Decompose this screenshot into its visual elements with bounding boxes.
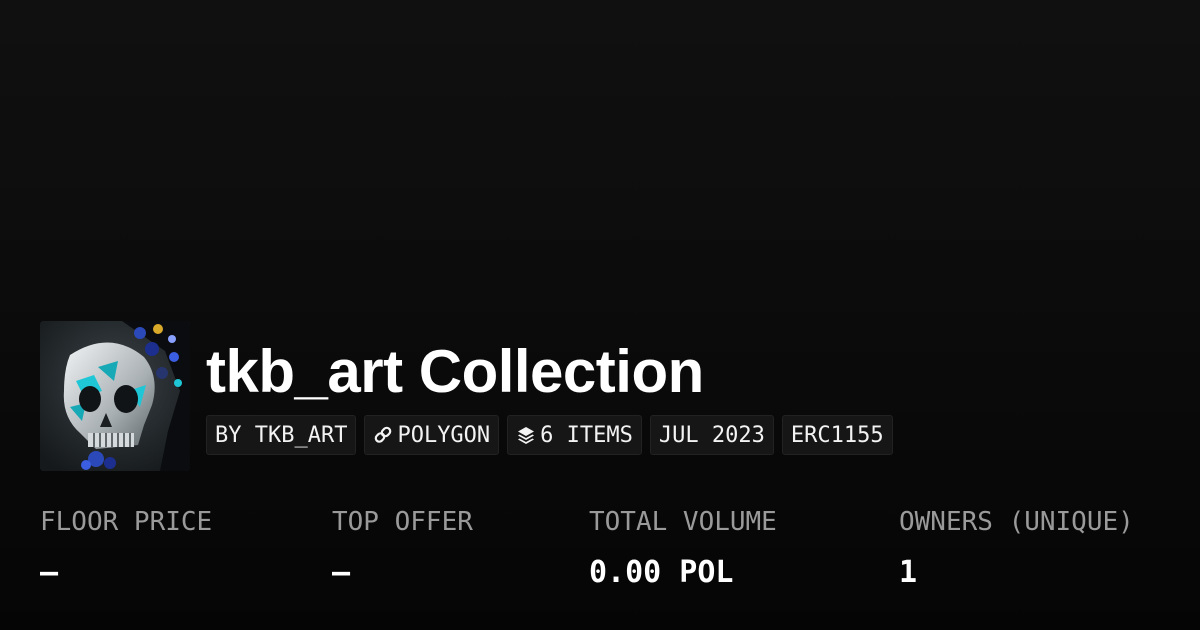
date-chip: JUL 2023 <box>649 415 774 455</box>
chain-chip-label: POLYGON <box>397 422 491 448</box>
top-offer-stat: TOP OFFER – <box>332 505 473 593</box>
date-chip-label: JUL 2023 <box>658 422 765 448</box>
creator-chip[interactable]: BY TKB_ART <box>206 415 357 455</box>
creator-chip-label: BY TKB_ART <box>215 422 348 448</box>
owners-stat: OWNERS (UNIQUE) 1 <box>899 505 1134 593</box>
floor-price-stat: FLOOR PRICE – <box>40 505 212 593</box>
total-volume-stat: TOTAL VOLUME 0.00 POL <box>589 505 777 593</box>
layers-icon <box>518 427 535 444</box>
standard-chip-label: ERC1155 <box>790 422 884 448</box>
chain-chip[interactable]: POLYGON <box>364 415 500 455</box>
owners-value: 1 <box>899 555 918 590</box>
top-offer-label: TOP OFFER <box>332 507 473 537</box>
link-icon <box>375 426 392 443</box>
items-chip[interactable]: 6 ITEMS <box>507 415 642 455</box>
top-offer-value: – <box>332 555 351 590</box>
collection-title: tkb_art Collection <box>206 338 704 405</box>
items-chip-label: 6 ITEMS <box>540 422 633 448</box>
collection-avatar <box>40 321 190 471</box>
collection-meta-chips: BY TKB_ART POLYGON 6 ITEMS JUL 2023 ERC1… <box>206 415 893 455</box>
floor-price-value: – <box>40 555 59 590</box>
owners-label: OWNERS (UNIQUE) <box>899 507 1134 537</box>
total-volume-label: TOTAL VOLUME <box>589 507 777 537</box>
floor-price-label: FLOOR PRICE <box>40 507 213 537</box>
standard-chip: ERC1155 <box>781 415 893 455</box>
skull-artwork-icon <box>40 321 190 471</box>
total-volume-value: 0.00 POL <box>589 555 734 590</box>
